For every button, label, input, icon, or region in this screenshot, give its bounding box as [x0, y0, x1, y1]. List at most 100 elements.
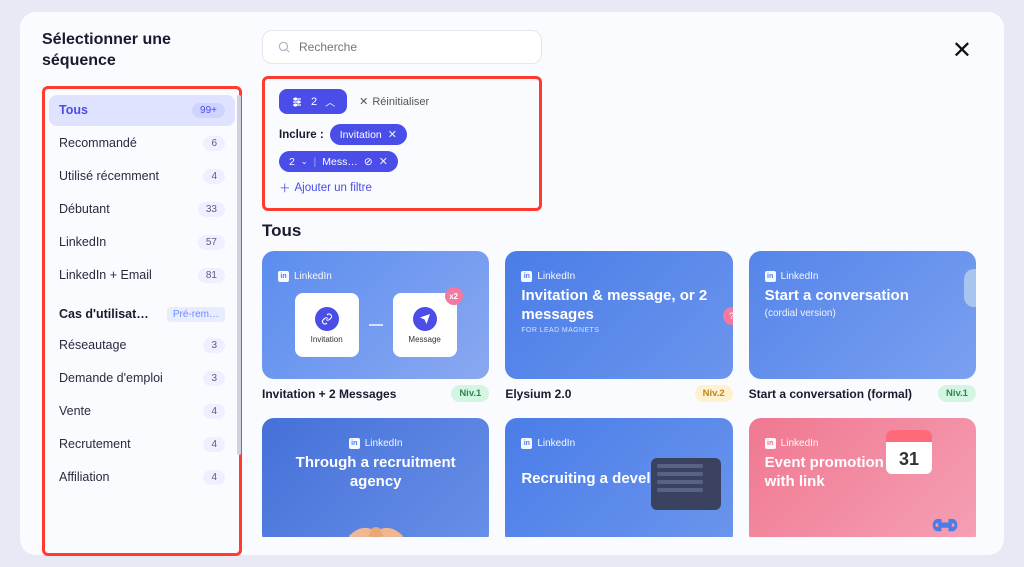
sidebar-item-recommande[interactable]: Recommandé 6: [49, 128, 235, 159]
sidebar-item-recrutement[interactable]: Recrutement 4: [49, 429, 235, 460]
linkedin-tag: inLinkedIn: [278, 271, 332, 282]
sidebar-item-reseautage[interactable]: Réseautage 3: [49, 330, 235, 361]
add-filter-label: Ajouter un filtre: [295, 182, 372, 194]
include-label: Inclure :: [279, 129, 324, 141]
linkedin-icon: in: [521, 271, 532, 282]
link-icon: [924, 512, 966, 537]
sidebar-item-label: Recrutement: [59, 437, 131, 451]
count-badge: 6: [203, 136, 225, 151]
card-preview: inLinkedIn Invitation & message, or 2 me…: [505, 251, 732, 379]
count-badge: 99+: [192, 103, 225, 118]
linkedin-tag: inLinkedIn: [765, 438, 819, 449]
sidebar-item-debutant[interactable]: Débutant 33: [49, 194, 235, 225]
plus-icon: ＋: [279, 180, 291, 196]
card-headline: Start a conversation: [765, 287, 960, 306]
count-badge: 3: [203, 371, 225, 386]
x2-badge: x2: [445, 287, 463, 305]
sidebar-item-demande-emploi[interactable]: Demande d'emploi 3: [49, 363, 235, 394]
filter-chip-invitation[interactable]: Invitation ✕: [330, 124, 407, 145]
linkedin-icon: in: [278, 271, 289, 282]
search-icon: [277, 40, 291, 54]
browser-window-icon: [651, 458, 721, 510]
count-badge: 81: [198, 268, 225, 283]
card-title: Invitation + 2 Messages: [262, 387, 396, 401]
sidebar-item-affiliation[interactable]: Affiliation 4: [49, 462, 235, 493]
close-icon[interactable]: ✕: [952, 36, 972, 65]
reset-label: Réinitialiser: [372, 96, 429, 108]
sequence-selector-modal: ✕ Sélectionner une séquence Tous 99+ Rec…: [20, 12, 1004, 555]
search-input[interactable]: [299, 40, 527, 54]
card-headline: Through a recruitment agency: [278, 454, 473, 492]
linkedin-icon: in: [349, 438, 360, 449]
card-title: Elysium 2.0: [505, 387, 571, 401]
sequence-card[interactable]: inLinkedIn Event promotion with link 31: [749, 418, 976, 537]
card-preview: inLinkedIn Event promotion with link 31: [749, 418, 976, 537]
add-filter-button[interactable]: ＋ Ajouter un filtre: [279, 180, 525, 196]
linkedin-icon: in: [765, 438, 776, 449]
sidebar-item-label: LinkedIn + Email: [59, 268, 152, 282]
count-badge: 4: [203, 169, 225, 184]
close-icon[interactable]: ✕: [388, 128, 397, 141]
level-badge: Niv.1: [938, 385, 976, 402]
card-sub: (cordial version): [765, 308, 960, 319]
card-headline: Event promotion with link: [765, 454, 885, 492]
block-icon: ⊘: [364, 156, 373, 168]
sidebar-item-label: LinkedIn: [59, 235, 106, 249]
count-badge: 33: [198, 202, 225, 217]
sidebar-item-label: Affiliation: [59, 470, 110, 484]
sidebar-item-linkedin-email[interactable]: LinkedIn + Email 81: [49, 260, 235, 291]
count-badge: 4: [203, 437, 225, 452]
linkedin-tag: inLinkedIn: [521, 271, 575, 282]
sidebar-scrollbar[interactable]: [237, 95, 241, 455]
card-preview: inLinkedIn Start a conversation (cordial…: [749, 251, 976, 379]
linkedin-tag: inLinkedIn: [521, 438, 575, 449]
filter-chip-message[interactable]: 2⌄ | Mess… ⊘ ✕: [279, 151, 398, 172]
modal-title: Sélectionner une séquence: [42, 30, 242, 72]
sidebar-item-tous[interactable]: Tous 99+: [49, 95, 235, 126]
linkedin-tag: inLinkedIn: [349, 438, 403, 449]
card-preview: inLinkedIn Recruiting a developer: [505, 418, 732, 537]
calendar-icon: 31: [886, 430, 932, 474]
sequence-card[interactable]: inLinkedIn Invitation & message, or 2 me…: [505, 251, 732, 402]
reset-filters-button[interactable]: ✕ Réinitialiser: [359, 95, 429, 108]
sequence-card[interactable]: inLinkedIn Through a recruitment agency: [262, 418, 489, 537]
count-badge: 4: [203, 404, 225, 419]
sequence-card[interactable]: inLinkedIn Start a conversation (cordial…: [749, 251, 976, 402]
sidebar-item-label: Utilisé récemment: [59, 169, 159, 183]
sidebar-item-recent[interactable]: Utilisé récemment 4: [49, 161, 235, 192]
sidebar-item-linkedin[interactable]: LinkedIn 57: [49, 227, 235, 258]
sequence-card[interactable]: inLinkedIn Invitation x2 Message: [262, 251, 489, 402]
card-preview: inLinkedIn Invitation x2 Message: [262, 251, 489, 379]
sidebar-highlight-box: Tous 99+ Recommandé 6 Utilisé récemment …: [42, 86, 242, 556]
sidebar-item-vente[interactable]: Vente 4: [49, 396, 235, 427]
filter-count-button[interactable]: 2 ︿: [279, 89, 347, 114]
sidebar: Sélectionner une séquence Tous 99+ Recom…: [42, 30, 242, 537]
card-title: Start a conversation (formal): [749, 387, 912, 401]
card-preview: inLinkedIn Through a recruitment agency: [262, 418, 489, 537]
count-badge: 57: [198, 235, 225, 250]
section-tag: Pré-rem…: [167, 307, 225, 322]
filter-count: 2: [311, 96, 317, 108]
filter-highlight-box: 2 ︿ ✕ Réinitialiser Inclure : Invitation…: [262, 76, 542, 211]
close-icon[interactable]: ✕: [379, 155, 388, 168]
main-panel: 2 ︿ ✕ Réinitialiser Inclure : Invitation…: [262, 30, 982, 537]
linkedin-tag: inLinkedIn: [765, 271, 819, 282]
sidebar-item-label: Tous: [59, 103, 88, 117]
card-grid: inLinkedIn Invitation x2 Message: [262, 251, 982, 537]
chevron-up-icon: ︿: [325, 94, 335, 109]
handshake-icon: [331, 500, 421, 537]
card-headline: Invitation & message, or 2 messages: [521, 287, 716, 325]
sliders-icon: [291, 96, 303, 108]
search-bar[interactable]: [262, 30, 542, 64]
section-label: Cas d'utilisat…: [59, 307, 149, 321]
section-heading: Tous: [262, 221, 982, 241]
linkedin-icon: in: [765, 271, 776, 282]
sequence-card[interactable]: inLinkedIn Recruiting a developer: [505, 418, 732, 537]
flow-step-message: x2 Message: [393, 293, 457, 357]
sidebar-item-label: Demande d'emploi: [59, 371, 163, 385]
sidebar-item-label: Réseautage: [59, 338, 126, 352]
chip-label: Invitation: [340, 129, 382, 141]
sidebar-item-label: Recommandé: [59, 136, 137, 150]
level-badge: Niv.2: [695, 385, 733, 402]
level-badge: Niv.1: [451, 385, 489, 402]
